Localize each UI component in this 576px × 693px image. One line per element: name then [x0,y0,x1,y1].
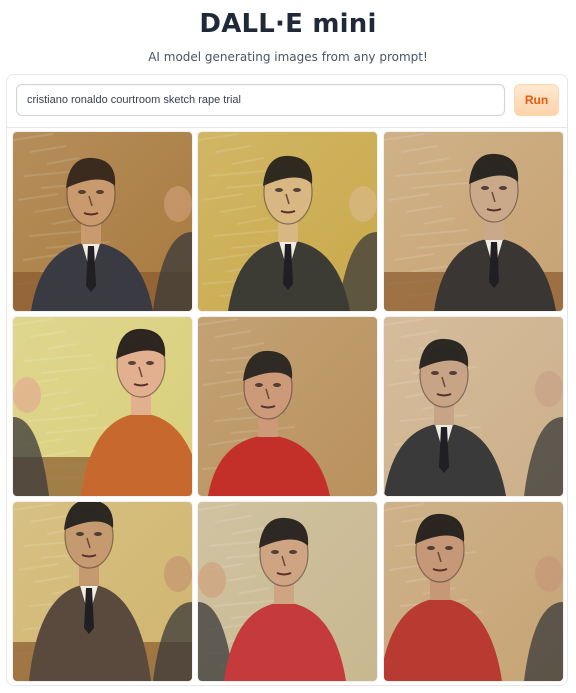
figure-eye [255,383,263,387]
figure-eye [481,186,489,190]
sketch-image [198,317,377,496]
gallery-scrollbar[interactable] [562,131,566,679]
sketch-image [384,317,563,496]
figure-eye [128,361,136,365]
result-image-3[interactable] [384,132,563,311]
sketch-image [13,502,192,681]
result-image-2[interactable] [198,132,377,311]
prompt-input[interactable] [16,84,505,116]
sketch-image [13,132,192,311]
sketch-image [384,132,563,311]
result-image-8[interactable] [198,502,377,681]
result-image-9[interactable] [384,502,563,681]
background-figure-head [535,371,563,407]
app-subtitle: AI model generating images from any prom… [148,50,428,64]
sketch-image [384,502,563,681]
figure-eye [449,371,457,375]
background-figure-head [198,562,226,598]
background-figure-head [164,186,192,222]
figure-eye [431,371,439,375]
results-gallery [7,127,567,685]
result-image-1[interactable] [13,132,192,311]
result-image-7[interactable] [13,502,192,681]
figure-eye [271,550,279,554]
app-title: DALL·E mini [199,9,377,39]
result-image-4[interactable] [13,317,192,496]
result-image-5[interactable] [198,317,377,496]
generator-panel: Run [6,74,568,686]
figure-eye [275,188,283,192]
figure-eye [293,188,301,192]
sketch-image [198,502,377,681]
figure-eye [78,190,86,194]
background-figure-head [535,556,563,592]
background-figure-head [13,377,41,413]
figure-eye [289,550,297,554]
sketch-image [198,132,377,311]
figure-eye [427,546,435,550]
figure-eye [94,532,102,536]
figure-eye [499,186,507,190]
figure-eye [445,546,453,550]
figure-eye [96,190,104,194]
figure-eye [76,532,84,536]
background-figure-head [164,556,192,592]
run-button[interactable]: Run [514,84,559,116]
sketch-image [13,317,192,496]
figure-eye [146,361,154,365]
result-image-6[interactable] [384,317,563,496]
figure-eye [273,383,281,387]
background-figure-head [349,186,377,222]
